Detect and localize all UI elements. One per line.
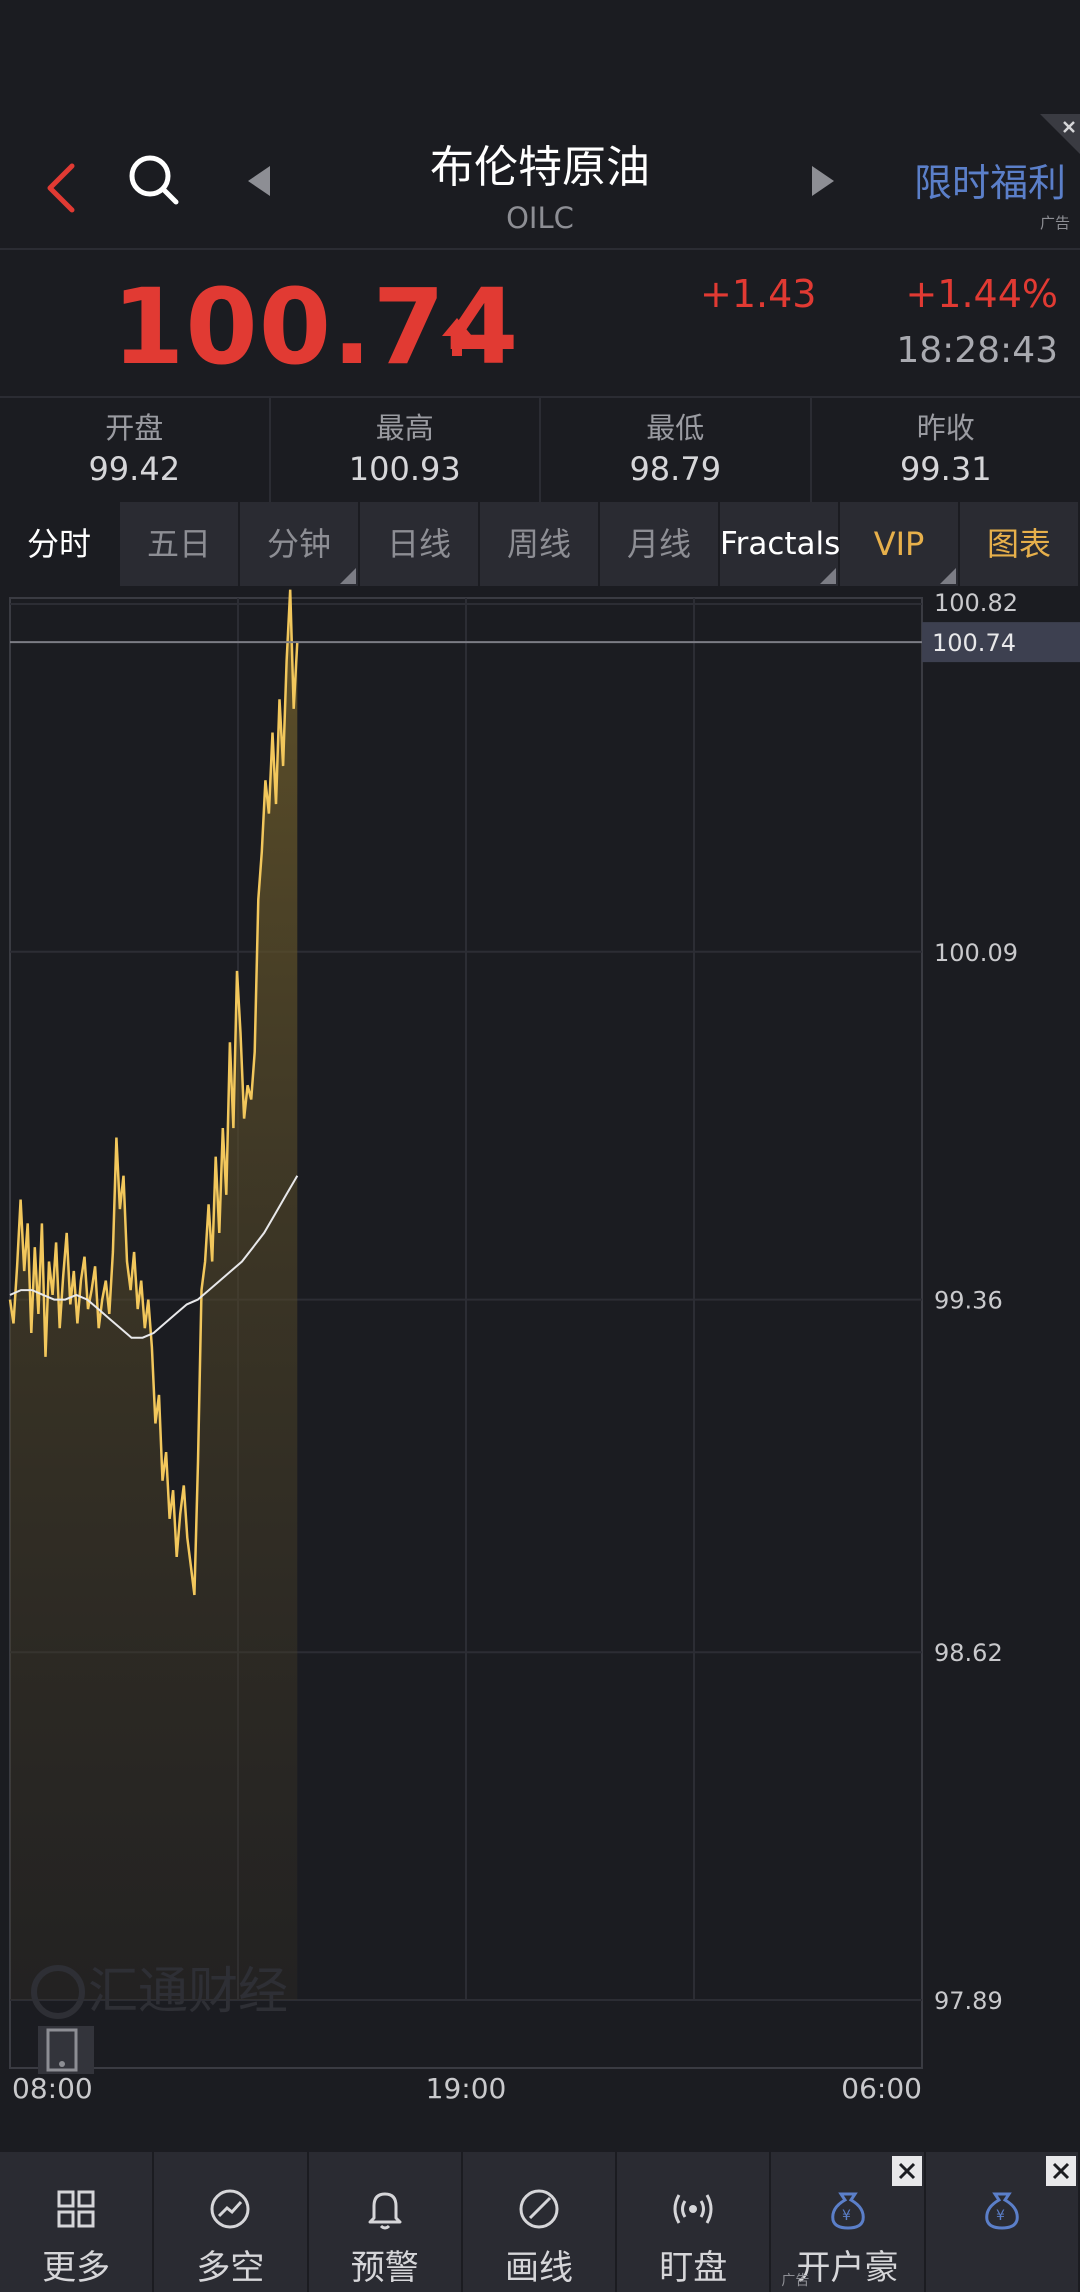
promo-link[interactable]: 限时福利: [914, 152, 1066, 207]
watermark: 汇通财经: [88, 1962, 288, 2020]
stat-high: 最高 100.93: [271, 398, 541, 502]
chart-period-tabs: 分时 五日 分钟 日线 周线 月线 Fractals VIP 图表: [0, 502, 1080, 586]
last-price-label: 100.74: [932, 629, 1016, 657]
up-arrow-icon: [442, 318, 472, 356]
ad-close-icon[interactable]: [891, 2156, 922, 2186]
x-tick-label: 06:00: [841, 2072, 922, 2105]
x-tick-label: 19:00: [426, 2072, 507, 2105]
intraday-chart[interactable]: 100.74 100.82 100.09 99.36 98.62 97.89 08:00…: [0, 588, 1080, 2108]
tab-label: 分钟: [266, 525, 331, 563]
y-tick-label: 100.82: [934, 589, 1018, 617]
stat-label: 昨收: [916, 411, 975, 445]
quote-time: 18:28:43: [896, 330, 1058, 371]
tab-label: VIP: [873, 525, 925, 563]
tab-vip[interactable]: VIP: [840, 502, 960, 586]
price-change: +1.43: [700, 272, 817, 316]
nav-label: 盯盘: [659, 2248, 728, 2288]
nav-watch[interactable]: 盯盘: [617, 2152, 772, 2292]
back-arrow-icon[interactable]: [42, 158, 82, 218]
top-header: 布伦特原油 OILC 限时福利 广告: [0, 114, 1080, 250]
stat-prev-close: 昨收 99.31: [812, 398, 1080, 502]
y-tick-label: 99.36: [934, 1287, 1003, 1315]
stat-label: 开盘: [105, 411, 164, 445]
nav-label: 画线: [504, 2248, 573, 2288]
instrument-code: OILC: [506, 201, 574, 235]
stat-label: 最高: [375, 411, 434, 445]
bottom-toolbar: 更多 多空 预警 画线 盯盘 ¥ 开户豪 广告 ¥: [0, 2152, 1080, 2292]
stats-row: 开盘 99.42 最高 100.93 最低 98.79 昨收 99.31: [0, 398, 1080, 502]
grid-icon: [57, 2190, 95, 2228]
ad-tag: 广告: [781, 2273, 810, 2289]
nav-label: 多空: [196, 2248, 265, 2288]
tab-fractals[interactable]: Fractals: [720, 502, 840, 586]
nav-label: 预警: [350, 2248, 419, 2288]
stat-label: 最低: [646, 411, 705, 445]
y-tick-label: 98.62: [934, 1639, 1003, 1667]
tab-daily[interactable]: 日线: [360, 502, 480, 586]
promo-close-icon[interactable]: [1040, 114, 1080, 154]
nav-more[interactable]: 更多: [0, 2152, 155, 2292]
promo-ad-tag: 广告: [1039, 214, 1070, 232]
nav-alert[interactable]: 预警: [309, 2152, 463, 2292]
ad-close-icon[interactable]: [1045, 2156, 1076, 2186]
dropdown-corner-icon: [820, 568, 836, 584]
nav-ad-open-account[interactable]: ¥ 开户豪 广告: [771, 2152, 926, 2292]
tab-intraday[interactable]: 分时: [0, 502, 120, 586]
trend-icon: [210, 2189, 250, 2229]
tab-monthly[interactable]: 月线: [600, 502, 720, 586]
nav-draw-line[interactable]: 画线: [463, 2152, 618, 2292]
tab-minute[interactable]: 分钟: [240, 502, 360, 586]
stat-open: 开盘 99.42: [0, 398, 271, 502]
stat-value: 99.31: [899, 450, 992, 488]
y-axis-ticks: 100.82 100.09 99.36 98.62 97.89: [934, 589, 1018, 2015]
stat-low: 最低 98.79: [541, 398, 812, 502]
broadcast-icon: [673, 2194, 713, 2224]
draw-icon: [519, 2189, 559, 2229]
stat-value: 100.93: [348, 450, 461, 488]
tab-chart[interactable]: 图表: [960, 502, 1080, 586]
tab-weekly[interactable]: 周线: [480, 502, 600, 586]
dropdown-corner-icon: [940, 568, 956, 584]
dropdown-corner-icon: [340, 568, 356, 584]
stat-value: 99.42: [88, 450, 181, 488]
tab-label: Fractals: [720, 526, 841, 562]
svg-text:¥: ¥: [842, 2208, 851, 2224]
nav-label: 更多: [42, 2248, 111, 2288]
bell-icon: [368, 2192, 402, 2230]
stat-value: 98.79: [629, 450, 722, 488]
moneybag-icon: ¥: [985, 2192, 1019, 2230]
y-tick-label: 97.89: [934, 1987, 1003, 2015]
quote-panel: 100.74 +1.43 +1.44% 18:28:43: [0, 250, 1080, 396]
search-icon[interactable]: [124, 146, 184, 216]
nav-long-short[interactable]: 多空: [154, 2152, 309, 2292]
instrument-title: 布伦特原油 OILC: [340, 138, 740, 238]
moneybag-icon: ¥: [830, 2192, 865, 2230]
y-tick-label: 100.09: [934, 939, 1018, 967]
svg-text:¥: ¥: [996, 2208, 1005, 2224]
next-instrument-icon[interactable]: [808, 158, 838, 204]
nav-ad-second[interactable]: ¥: [926, 2152, 1080, 2292]
instrument-name: 布伦特原油: [430, 142, 650, 193]
tab-five-day[interactable]: 五日: [120, 502, 240, 586]
price-change-percent: +1.44%: [905, 272, 1058, 316]
prev-instrument-icon[interactable]: [244, 158, 274, 204]
x-tick-label: 08:00: [12, 2072, 93, 2105]
rotate-screen-icon[interactable]: [38, 2026, 94, 2074]
x-axis-ticks: 08:00 19:00 06:00: [12, 2072, 922, 2105]
